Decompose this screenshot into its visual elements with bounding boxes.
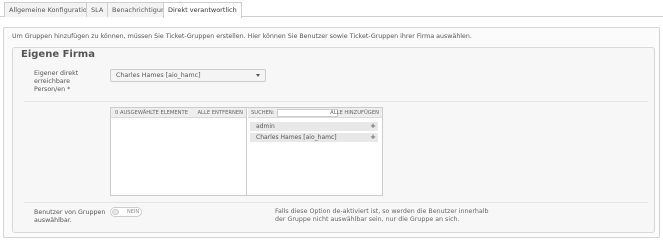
list-item-label: Charles Hames [aio_hamc] bbox=[256, 134, 337, 141]
label-line: Eigener direkt bbox=[34, 70, 79, 77]
tab-allgemeine-konfiguration[interactable]: Allgemeine Konfiguration bbox=[4, 2, 96, 17]
selected-count: 0 AUSGEWÄHLTE ELEMENTE bbox=[115, 110, 188, 116]
label-line: erreichbare bbox=[34, 78, 71, 85]
intro-text: Um Gruppen hinzufügen zu können, müssen … bbox=[12, 33, 472, 40]
list-item-label: admin bbox=[256, 123, 275, 130]
label-line: auswählbar. bbox=[34, 217, 72, 224]
select-value: Charles Hames [aio_hamc] bbox=[116, 72, 201, 79]
plus-icon[interactable]: + bbox=[370, 122, 376, 131]
list-item-admin[interactable]: admin + bbox=[250, 122, 378, 131]
add-all-button[interactable]: ALLE HINZUFÜGEN bbox=[330, 109, 379, 117]
direct-person-label: Eigener direkt erreichbare Person/en * bbox=[34, 70, 78, 94]
toggle-knob bbox=[112, 209, 119, 215]
toggle-state-text: NEIN bbox=[127, 209, 140, 215]
tab-direkt-verantwortlich[interactable]: Direkt verantwortlich bbox=[163, 2, 242, 18]
direct-person-select[interactable]: Charles Hames [aio_hamc] bbox=[110, 69, 266, 82]
plus-icon[interactable]: + bbox=[370, 133, 376, 142]
groups-selectable-help: Falls diese Option de-aktiviert ist, so … bbox=[275, 208, 488, 224]
search-label: SUCHEN: bbox=[251, 110, 275, 116]
tab-bar: Allgemeine Konfiguration SLA Benachricht… bbox=[0, 0, 663, 18]
selected-list[interactable]: 0 AUSGEWÄHLTE ELEMENTE ALLE ENTFERNEN bbox=[111, 108, 247, 195]
list-item-charles-hames[interactable]: Charles Hames [aio_hamc] + bbox=[250, 133, 378, 142]
help-line: Falls diese Option de-aktiviert ist, so … bbox=[275, 208, 489, 215]
tab-sla[interactable]: SLA bbox=[86, 2, 109, 17]
chevron-down-icon bbox=[256, 74, 260, 77]
search-input[interactable] bbox=[277, 109, 338, 117]
help-line: der Gruppe nicht auswählbar sein, nur di… bbox=[275, 216, 460, 223]
remove-all-button[interactable]: ALLE ENTFERNEN bbox=[198, 109, 244, 117]
label-line: Benutzer von Gruppen bbox=[34, 209, 106, 216]
multiselect-widget: 0 AUSGEWÄHLTE ELEMENTE ALLE ENTFERNEN SU… bbox=[110, 107, 383, 196]
groups-selectable-label: Benutzer von Gruppen auswählbar. bbox=[34, 209, 105, 225]
label-line: Person/en * bbox=[34, 86, 71, 93]
selected-list-header: 0 AUSGEWÄHLTE ELEMENTE ALLE ENTFERNEN bbox=[111, 108, 246, 118]
available-list: SUCHEN: ALLE HINZUFÜGEN admin + Charles … bbox=[248, 108, 382, 195]
available-list-header: SUCHEN: ALLE HINZUFÜGEN bbox=[248, 108, 382, 118]
section-title: Eigene Firma bbox=[19, 49, 97, 60]
groups-selectable-toggle[interactable]: NEIN bbox=[110, 207, 142, 217]
